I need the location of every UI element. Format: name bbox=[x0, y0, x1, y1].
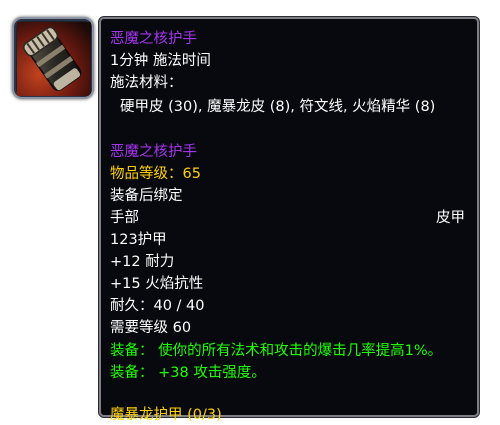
equip-bonus-crit: 装备： 使你的所有法术和攻击的爆击几率提高1%。 bbox=[110, 343, 443, 359]
armor: 123护甲 bbox=[110, 232, 167, 248]
recipe-title: 恶魔之核护手 bbox=[110, 31, 197, 47]
equip-bonus-ap: 装备： +38 攻击强度。 bbox=[110, 365, 266, 381]
fire-resist: +15 火焰抗性 bbox=[110, 276, 204, 292]
durability: 耐久：40 / 40 bbox=[110, 298, 205, 314]
set-name: 魔暴龙护甲 (0/3) bbox=[110, 407, 222, 423]
stamina: +12 耐力 bbox=[110, 254, 175, 270]
armor-type: 皮甲 bbox=[436, 210, 465, 226]
slot-row: 手部 皮甲 bbox=[110, 208, 465, 228]
slot: 手部 bbox=[110, 210, 139, 226]
item-icon-frame[interactable] bbox=[12, 17, 94, 99]
reagents-list: 硬甲皮 (30), 魔暴龙皮 (8), 符文线, 火焰精华 (8) bbox=[120, 99, 436, 115]
binding: 装备后绑定 bbox=[110, 188, 183, 204]
cast-time: 1分钟 施法时间 bbox=[110, 53, 211, 69]
gauntlet-icon bbox=[17, 22, 91, 96]
item-tooltip: 恶魔之核护手 1分钟 施法时间 施法材料： 硬甲皮 (30), 魔暴龙皮 (8)… bbox=[99, 17, 479, 423]
item-name: 恶魔之核护手 bbox=[110, 144, 197, 160]
required-level: 需要等级 60 bbox=[110, 320, 192, 336]
reagents-label: 施法材料： bbox=[110, 75, 183, 91]
item-level: 物品等级：65 bbox=[110, 166, 201, 182]
